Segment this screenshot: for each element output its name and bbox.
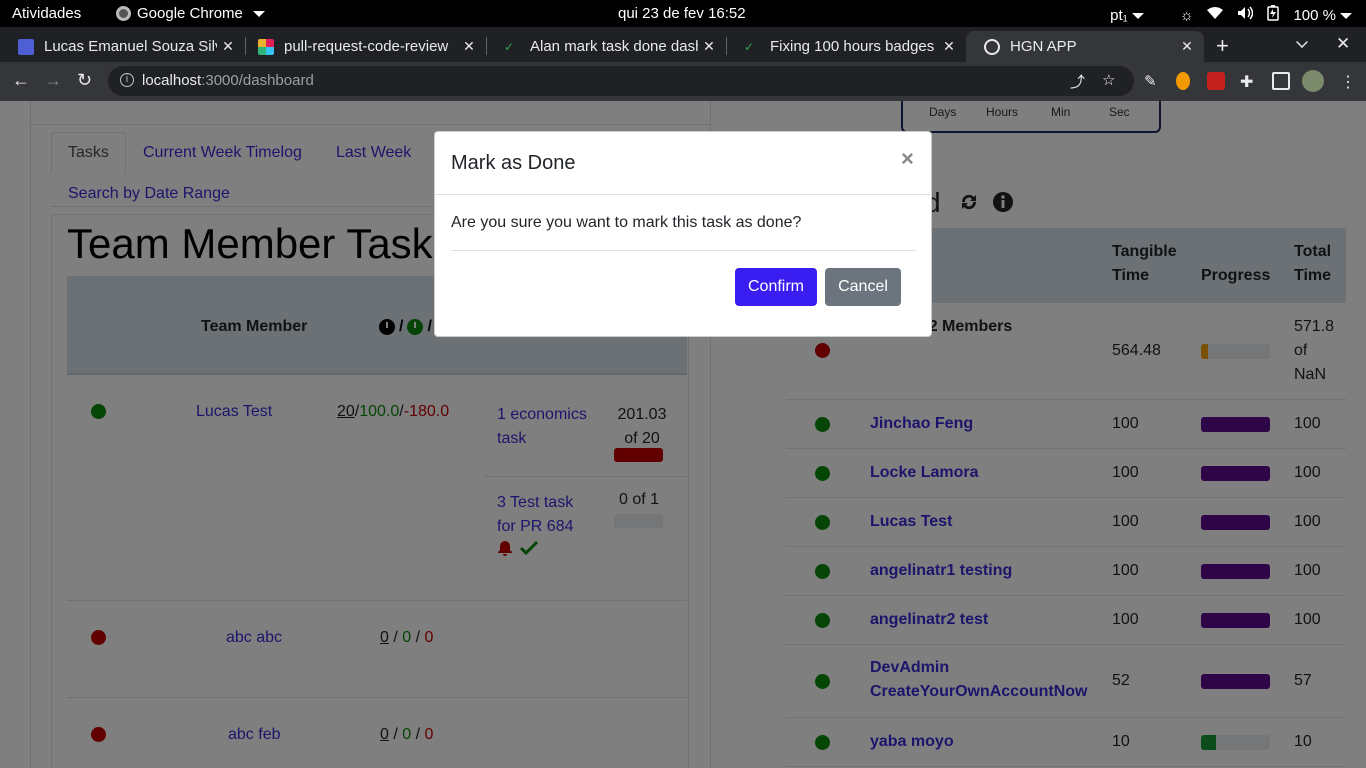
extension-orange-icon[interactable] [1176, 72, 1190, 90]
battery-level: 100 % [1293, 7, 1352, 24]
app-menu[interactable]: Google Chrome [116, 5, 265, 22]
cancel-button[interactable]: Cancel [825, 268, 901, 306]
browser-toolbar: ← → ↻ i localhost:3000/dashboard ⤴ ☆ ✎ ✚… [0, 62, 1366, 101]
check-favicon-icon: ✓ [744, 39, 755, 54]
url-text: localhost:3000/dashboard [142, 72, 314, 89]
back-button[interactable]: ← [12, 70, 30, 91]
docs-favicon-icon [18, 38, 34, 55]
bookmark-star-icon[interactable]: ☆ [1102, 71, 1115, 89]
reload-button[interactable]: ↻ [77, 70, 92, 91]
chevron-down-icon [252, 10, 265, 17]
close-icon[interactable]: ✕ [458, 38, 480, 55]
close-icon[interactable]: ✕ [1176, 38, 1198, 55]
browser-tab-strip: Lucas Emanuel Souza Silva ✕ pull-request… [0, 27, 1366, 62]
puzzle-extensions-icon[interactable]: ✚ [1240, 72, 1258, 91]
modal-body-text: Are you sure you want to mark this task … [451, 214, 802, 231]
pen-extension-icon[interactable]: ✎ [1144, 72, 1162, 90]
globe-icon [984, 38, 1000, 55]
close-icon[interactable]: ✕ [938, 38, 960, 55]
menu-kebab-icon[interactable]: ⋮ [1340, 72, 1358, 91]
browser-tab-1[interactable]: Lucas Emanuel Souza Silva ✕ [0, 31, 245, 62]
slack-favicon-icon [258, 38, 274, 55]
browser-tab-2[interactable]: pull-request-code-review ✕ [240, 31, 486, 62]
extension-red-icon[interactable] [1207, 72, 1225, 90]
address-bar[interactable]: i localhost:3000/dashboard ⤴ ☆ [108, 66, 1134, 96]
modal-title: Mark as Done [451, 152, 576, 174]
close-icon[interactable]: ✕ [217, 38, 239, 55]
share-icon[interactable]: ⤴ [1070, 71, 1085, 92]
os-top-bar: Atividades Google Chrome qui 23 de fev 1… [0, 0, 1366, 27]
side-panel-icon[interactable] [1272, 72, 1290, 90]
activities-button[interactable]: Atividades [12, 5, 81, 22]
profile-avatar[interactable] [1302, 70, 1324, 92]
browser-tab-4[interactable]: ✓ Fixing 100 hours badges is ✕ [726, 31, 966, 62]
close-icon[interactable]: ✕ [698, 38, 720, 55]
forward-button[interactable]: → [44, 70, 62, 91]
new-tab-button[interactable]: + [1216, 33, 1229, 59]
system-tray[interactable]: pt₁ ☼ 100 % [1110, 5, 1352, 25]
browser-tab-3[interactable]: ✓ Alan mark task done dashb ✕ [486, 31, 726, 62]
clock[interactable]: qui 23 de fev 16:52 [618, 5, 746, 22]
window-close-button[interactable]: ✕ [1336, 34, 1350, 54]
wifi-icon [1207, 6, 1224, 24]
chrome-icon [116, 6, 131, 21]
tab-search-chevron-icon[interactable] [1296, 36, 1308, 48]
modal-close-button[interactable]: × [901, 146, 914, 172]
app-name: Google Chrome [137, 5, 243, 22]
mark-as-done-modal: Mark as Done × Are you sure you want to … [434, 131, 932, 337]
brightness-icon: ☼ [1179, 6, 1194, 24]
browser-tab-5-active[interactable]: HGN APP ✕ [966, 31, 1204, 62]
check-favicon-icon: ✓ [504, 39, 515, 54]
volume-icon [1237, 6, 1254, 24]
confirm-button[interactable]: Confirm [735, 268, 817, 306]
keyboard-layout[interactable]: pt₁ [1110, 7, 1144, 24]
battery-icon [1267, 5, 1280, 25]
site-info-icon[interactable]: i [120, 73, 134, 87]
